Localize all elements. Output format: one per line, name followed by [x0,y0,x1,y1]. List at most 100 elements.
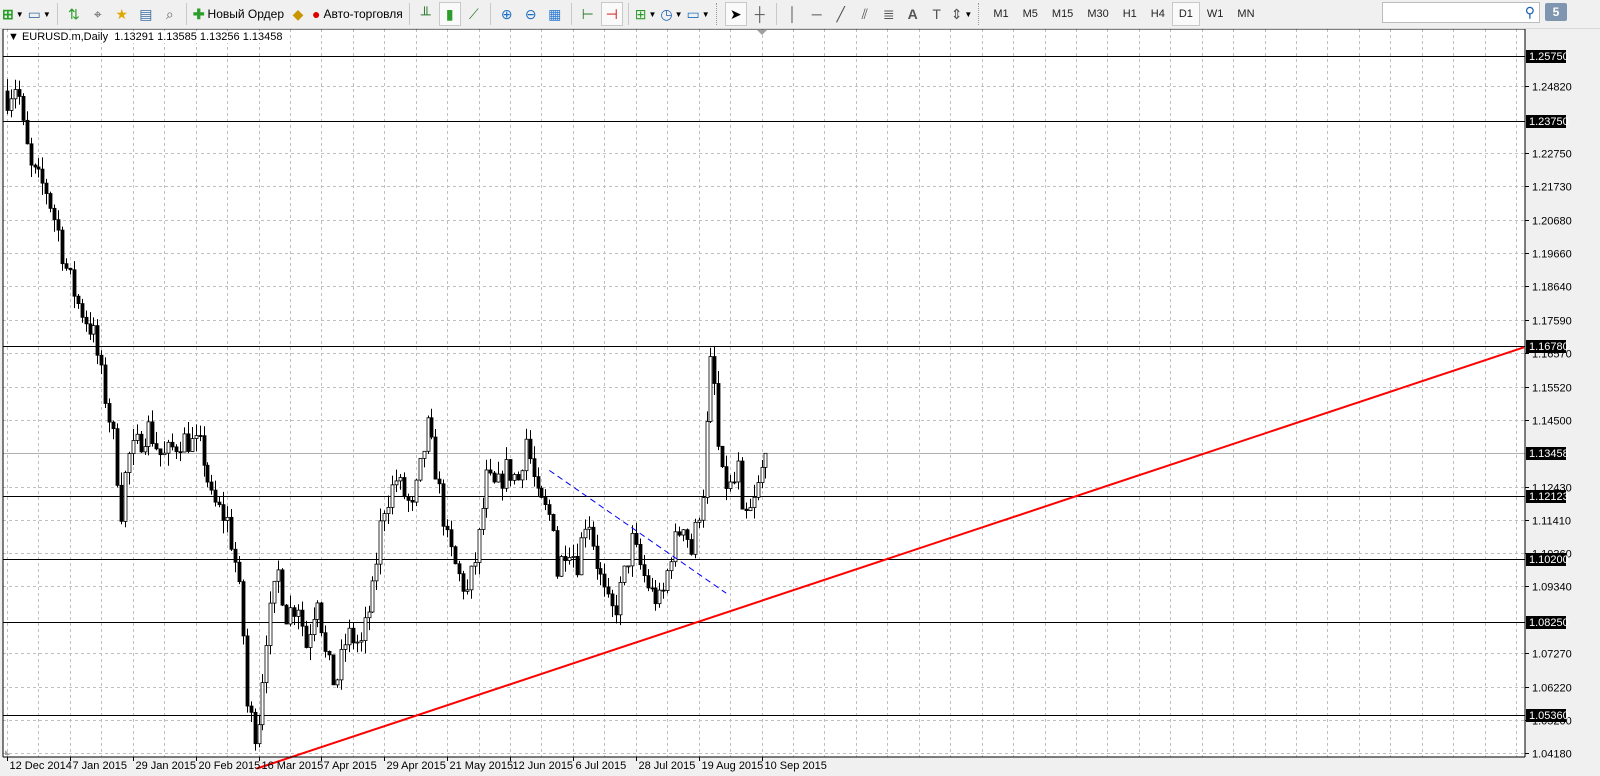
candle-bearish [292,607,297,617]
tester-icon: ⌕ [165,5,174,22]
candlestick-chart-button[interactable]: ▮ [438,2,461,26]
candle-bearish [103,364,108,404]
chevron-down-icon: ▼ [701,9,710,19]
candle-bullish [264,645,269,683]
candle-bearish [88,323,93,335]
candle-bearish [170,441,175,448]
arrows-button[interactable]: ⇕ ▼ [950,2,974,26]
candle-bearish [634,533,639,545]
candle-bearish [52,207,57,221]
navigator-button[interactable]: ⌖ [87,2,109,26]
candle-bearish [429,417,434,438]
candle-bullish [355,641,360,644]
price-tick-label: 1.18640 [1532,282,1572,294]
favorites-button[interactable]: ★ [111,2,133,26]
candle-bearish [563,556,568,561]
line-chart-button[interactable]: ⟋ [463,2,485,26]
timeframe-w1[interactable]: W1 [1200,2,1231,26]
search-icon[interactable]: ⚲ [1525,4,1535,21]
terminal-button[interactable]: ▤ [135,2,157,26]
text-label-button[interactable]: T [926,2,948,26]
candle-bullish [481,507,486,530]
timeframe-m5[interactable]: M5 [1016,2,1045,26]
new-chart-icon: ⊞ [2,5,14,22]
candle-bearish [213,489,218,503]
timeframe-m15[interactable]: M15 [1045,2,1080,26]
candle-bullish [288,607,293,625]
candle-bullish [166,441,171,454]
vertical-line-button[interactable]: │ [782,2,804,26]
new-chart-button[interactable]: ⊞ ▼ [1,2,25,26]
horizontal-line-icon: ─ [811,6,822,22]
candle-bearish [547,504,552,515]
timeframe-m1[interactable]: M1 [986,2,1015,26]
candle-bullish [426,417,431,452]
collapse-triangle-icon[interactable]: ▼ [8,31,19,43]
price-tick-label: 1.04180 [1532,749,1572,761]
bar-chart-button[interactable]: ╨ [415,2,437,26]
equidistant-channel-button[interactable]: ⫽ [854,2,876,26]
candle-bearish [598,568,603,575]
candle-bullish [339,649,344,681]
arrows-icon: ⇕ [950,5,963,22]
timeframe-h4[interactable]: H4 [1144,2,1172,26]
fibonacci-button[interactable]: ≣ [878,2,900,26]
candle-bullish [308,634,313,648]
timeframe-mn[interactable]: MN [1230,2,1261,26]
candle-bearish [402,477,407,498]
candle-bearish [229,516,234,550]
search-input[interactable]: ⚲ [1382,2,1540,23]
messages-button[interactable]: 5 [1545,3,1567,21]
candle-bearish [202,435,207,466]
candle-bearish [76,295,81,304]
text-button[interactable]: A [902,2,924,26]
candle-bullish [760,466,765,483]
candle-bearish [437,478,442,485]
zoom-out-button[interactable]: ⊖ [520,2,542,26]
price-chart[interactable]: 1.24820 1.22750 1.21730 1.20680 1.19660 1.186… [0,0,1600,776]
candle-bearish [119,484,124,522]
timeframe-m30[interactable]: M30 [1080,2,1115,26]
toolbar: ⊞ ▼ ▭ ▼ ⇅ ⌖ ★ ▤ ⌕ ✚ Новый Ордер ◆ ● Авто-тор… [0,0,1600,29]
candle-bearish [99,354,104,366]
candle-bullish [225,516,230,521]
tester-button[interactable]: ⌕ [159,2,181,26]
zoom-in-button[interactable]: ⊕ [496,2,518,26]
candle-bullish [257,724,262,745]
candle-bullish [276,569,281,582]
candle-bearish [457,563,462,575]
templates-button[interactable]: ▭ ▼ [686,2,711,26]
candle-bullish [763,452,768,468]
level-price-label: 1.12123 [1529,491,1569,503]
candle-bearish [95,325,100,356]
new-order-button[interactable]: ✚ Новый Ордер [192,2,285,26]
chart-shift-button[interactable]: ⊣ [600,2,623,26]
crosshair-button[interactable]: ┼ [749,2,771,26]
candle-bearish [410,499,415,503]
trendline-icon: ╱ [836,5,845,22]
candle-bearish [453,546,458,565]
candle-bullish [394,480,399,486]
tile-windows-button[interactable]: ▦ [544,2,566,26]
candle-bearish [158,448,163,456]
candle-bearish [209,481,214,491]
candle-bullish [756,482,761,498]
profiles-button[interactable]: ▭ ▼ [27,2,52,26]
timeframe-d1[interactable]: D1 [1171,2,1200,26]
indicators-button[interactable]: ⊞ ▼ [634,2,658,26]
timeframe-h1[interactable]: H1 [1116,2,1144,26]
price-tick-label: 1.06220 [1532,683,1572,695]
toolbar-grip[interactable] [978,3,982,25]
level-price-label: 1.08250 [1529,617,1569,629]
toolbar-grip[interactable] [715,3,720,25]
cursor-button[interactable]: ➤ [724,2,747,26]
metaeditor-button[interactable]: ◆ [287,2,309,26]
horizontal-line-button[interactable]: ─ [806,2,828,26]
market-watch-button[interactable]: ⇅ [63,2,85,26]
auto-trading-button[interactable]: ● Авто-торговля [311,2,404,26]
candle-bearish [433,436,438,480]
candle-bearish [56,219,61,231]
periods-button[interactable]: ◷ ▼ [659,2,683,26]
auto-scroll-button[interactable]: ⊢ [577,2,599,26]
trendline-button[interactable]: ╱ [830,2,852,26]
